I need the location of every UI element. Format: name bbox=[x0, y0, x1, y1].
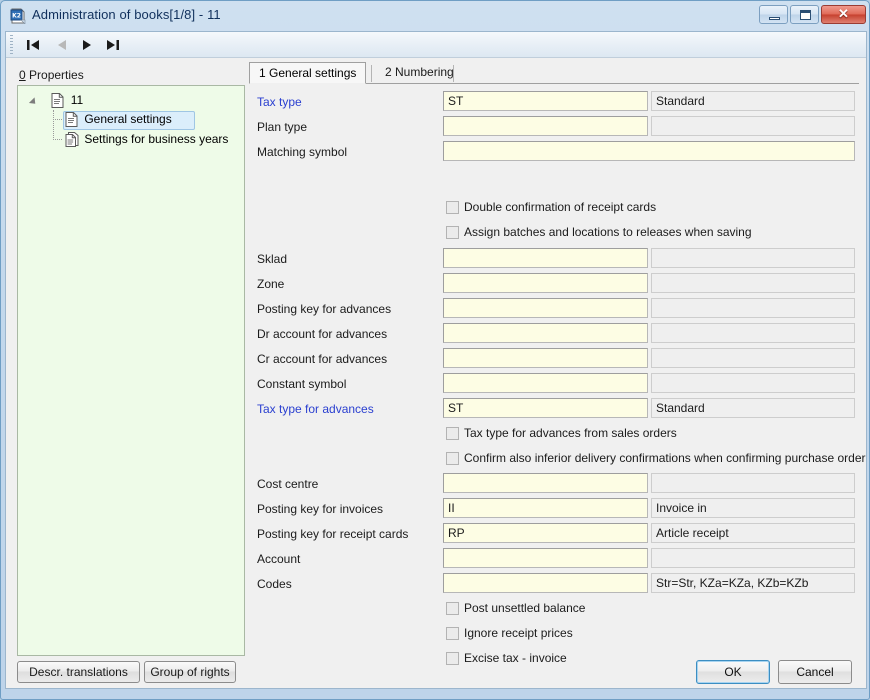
label-account: Account bbox=[257, 552, 301, 566]
desc-posting-key-advances bbox=[651, 298, 855, 318]
desc-account bbox=[651, 548, 855, 568]
desc-sklad bbox=[651, 248, 855, 268]
close-icon: ✕ bbox=[838, 6, 849, 21]
label-constant-symbol: Constant symbol bbox=[257, 377, 347, 391]
checkbox-box[interactable] bbox=[446, 602, 459, 615]
window-title: Administration of books[1/8] - 11 bbox=[32, 7, 221, 22]
desc-cr-account-advances bbox=[651, 348, 855, 368]
checkbox-assign-batches-label: Assign batches and locations to releases… bbox=[464, 225, 752, 239]
desc-tax-type: Standard bbox=[651, 91, 855, 111]
label-posting-key-receipt-cards: Posting key for receipt cards bbox=[257, 527, 409, 541]
application-window: K2 Administration of books[1/8] - 11 ✕ 0… bbox=[0, 0, 870, 700]
input-tax-type-advances[interactable]: ST bbox=[443, 398, 648, 418]
checkbox-post-unsettled-balance-label: Post unsettled balance bbox=[464, 601, 586, 615]
label-cost-centre: Cost centre bbox=[257, 477, 319, 491]
minimize-icon bbox=[769, 17, 780, 20]
label-sklad: Sklad bbox=[257, 252, 288, 266]
svg-text:K2: K2 bbox=[12, 13, 21, 20]
label-matching-symbol: Matching symbol bbox=[257, 145, 348, 159]
desc-plan-type bbox=[651, 116, 855, 136]
label-dr-account-advances: Dr account for advances bbox=[257, 327, 388, 341]
checkbox-box[interactable] bbox=[446, 226, 459, 239]
checkbox-tax-type-sales-orders-label: Tax type for advances from sales orders bbox=[464, 426, 677, 440]
window-controls: ✕ bbox=[759, 5, 866, 24]
tab-general-settings[interactable]: 1 General settings bbox=[249, 62, 367, 84]
label-codes: Codes bbox=[257, 577, 292, 591]
checkbox-box[interactable] bbox=[446, 627, 459, 640]
ok-button[interactable]: OK bbox=[696, 660, 770, 684]
input-posting-key-advances[interactable] bbox=[443, 298, 648, 318]
desc-cost-centre bbox=[651, 473, 855, 493]
input-zone[interactable] bbox=[443, 273, 648, 293]
label-zone: Zone bbox=[257, 277, 285, 291]
client-area: 0 Properties 11 General settings Setting… bbox=[5, 31, 867, 689]
input-sklad[interactable] bbox=[443, 248, 648, 268]
input-tax-type[interactable]: ST bbox=[443, 91, 648, 111]
label-tax-type-advances: Tax type for advances bbox=[257, 402, 374, 416]
label-cr-account-advances: Cr account for advances bbox=[257, 352, 388, 366]
checkbox-box[interactable] bbox=[446, 652, 459, 665]
input-cr-account-advances[interactable] bbox=[443, 348, 648, 368]
checkbox-confirm-inferior-deliveries-label: Confirm also inferior delivery confirmat… bbox=[464, 451, 866, 465]
maximize-icon bbox=[800, 10, 811, 20]
checkbox-double-confirmation-label: Double confirmation of receipt cards bbox=[464, 200, 657, 214]
input-codes[interactable] bbox=[443, 573, 648, 593]
label-plan-type: Plan type bbox=[257, 120, 308, 134]
label-tax-type: Tax type bbox=[257, 95, 302, 109]
input-dr-account-advances[interactable] bbox=[443, 323, 648, 343]
input-plan-type[interactable] bbox=[443, 116, 648, 136]
desc-tax-type-advances: Standard bbox=[651, 398, 855, 418]
checkbox-box[interactable] bbox=[446, 427, 459, 440]
desc-posting-key-receipt-cards: Article receipt bbox=[651, 523, 855, 543]
k2-app-icon: K2 bbox=[10, 8, 26, 25]
checkbox-box[interactable] bbox=[446, 452, 459, 465]
input-constant-symbol[interactable] bbox=[443, 373, 648, 393]
desc-dr-account-advances bbox=[651, 323, 855, 343]
general-settings-form: Tax type ST Standard Plan type Matching … bbox=[6, 32, 868, 690]
desc-zone bbox=[651, 273, 855, 293]
close-button[interactable]: ✕ bbox=[821, 5, 866, 24]
label-posting-key-invoices: Posting key for invoices bbox=[257, 502, 384, 516]
desc-posting-key-invoices: Invoice in bbox=[651, 498, 855, 518]
checkbox-box[interactable] bbox=[446, 201, 459, 214]
input-account[interactable] bbox=[443, 548, 648, 568]
label-posting-key-advances: Posting key for advances bbox=[257, 302, 392, 316]
checkbox-excise-tax-invoice-label: Excise tax - invoice bbox=[464, 651, 567, 665]
minimize-button[interactable] bbox=[759, 5, 788, 24]
input-posting-key-invoices[interactable]: II bbox=[443, 498, 648, 518]
cancel-button[interactable]: Cancel bbox=[778, 660, 852, 684]
desc-constant-symbol bbox=[651, 373, 855, 393]
input-posting-key-receipt-cards[interactable]: RP bbox=[443, 523, 648, 543]
maximize-button[interactable] bbox=[790, 5, 819, 24]
checkbox-ignore-receipt-prices-label: Ignore receipt prices bbox=[464, 626, 573, 640]
input-matching-symbol[interactable] bbox=[443, 141, 855, 161]
title-bar: K2 Administration of books[1/8] - 11 ✕ bbox=[1, 1, 870, 31]
desc-codes: Str=Str, KZa=KZa, KZb=KZb bbox=[651, 573, 855, 593]
input-cost-centre[interactable] bbox=[443, 473, 648, 493]
